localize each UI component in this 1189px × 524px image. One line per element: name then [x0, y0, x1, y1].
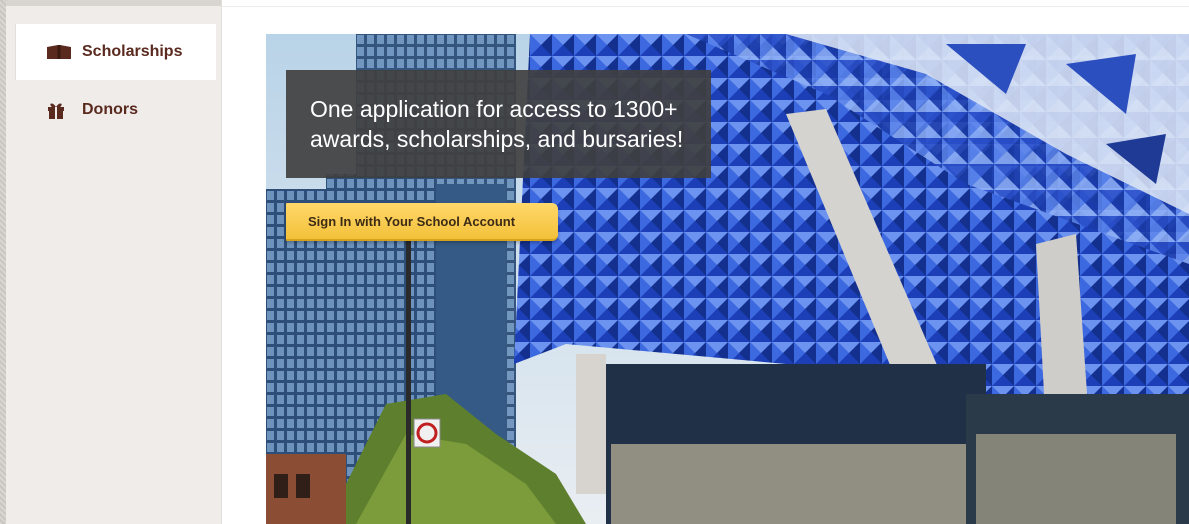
sidebar-item-label: Scholarships [82, 43, 183, 60]
sidebar-top-bar [6, 0, 221, 6]
header-divider [222, 6, 1189, 7]
gift-icon [46, 100, 76, 120]
hero-tagline: One application for access to 1300+ awar… [286, 70, 711, 178]
sidebar-item-label: Donors [82, 101, 138, 118]
tagline-line-2: awards, scholarships, and bursaries! [310, 126, 684, 152]
sidebar-item-donors[interactable]: Donors [16, 82, 216, 138]
sign-in-button[interactable]: Sign In with Your School Account [286, 203, 558, 241]
tagline-line-1: One application for access to 1300+ [310, 96, 678, 122]
sidebar-item-scholarships[interactable]: Scholarships [16, 24, 216, 80]
book-icon [46, 42, 76, 62]
